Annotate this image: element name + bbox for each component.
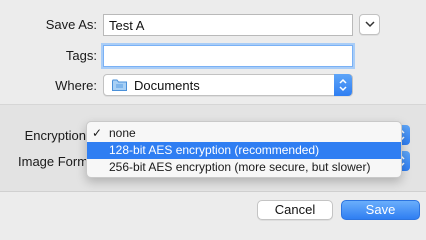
- encryption-label: Encryption: [24, 128, 86, 143]
- save-button[interactable]: Save: [341, 200, 420, 220]
- chevron-down-icon: [365, 21, 375, 28]
- where-label: Where:: [55, 78, 97, 93]
- menu-item-label: none: [109, 126, 136, 140]
- menu-item-label: 256-bit AES encryption (more secure, but…: [109, 160, 371, 174]
- expand-dialog-button[interactable]: [359, 14, 380, 35]
- where-popup-button[interactable]: Documents: [103, 74, 353, 96]
- encryption-option-aes256[interactable]: 256-bit AES encryption (more secure, but…: [87, 159, 401, 176]
- divider: [0, 191, 426, 192]
- encryption-option-aes128[interactable]: 128-bit AES encryption (recommended): [87, 142, 401, 159]
- tags-label: Tags:: [65, 48, 97, 63]
- folder-icon: [112, 79, 127, 91]
- image-format-label: Image Forma: [18, 154, 96, 169]
- encryption-option-none[interactable]: ✓ none: [87, 125, 401, 142]
- save-header-section: Save As: Tags: Where: Documents: [0, 0, 426, 104]
- save-as-field[interactable]: [103, 14, 353, 36]
- save-as-label: Save As:: [45, 17, 97, 32]
- checkmark-icon: ✓: [92, 126, 103, 140]
- encryption-menu: ✓ none 128-bit AES encryption (recommend…: [86, 121, 402, 178]
- save-dialog: Save As: Tags: Where: Documents: [0, 0, 426, 227]
- cancel-button[interactable]: Cancel: [257, 200, 333, 220]
- tags-field[interactable]: [103, 45, 353, 67]
- where-value: Documents: [134, 78, 200, 93]
- menu-item-label: 128-bit AES encryption (recommended): [109, 143, 320, 157]
- where-stepper: [334, 74, 352, 96]
- updown-arrows-icon: [339, 78, 347, 92]
